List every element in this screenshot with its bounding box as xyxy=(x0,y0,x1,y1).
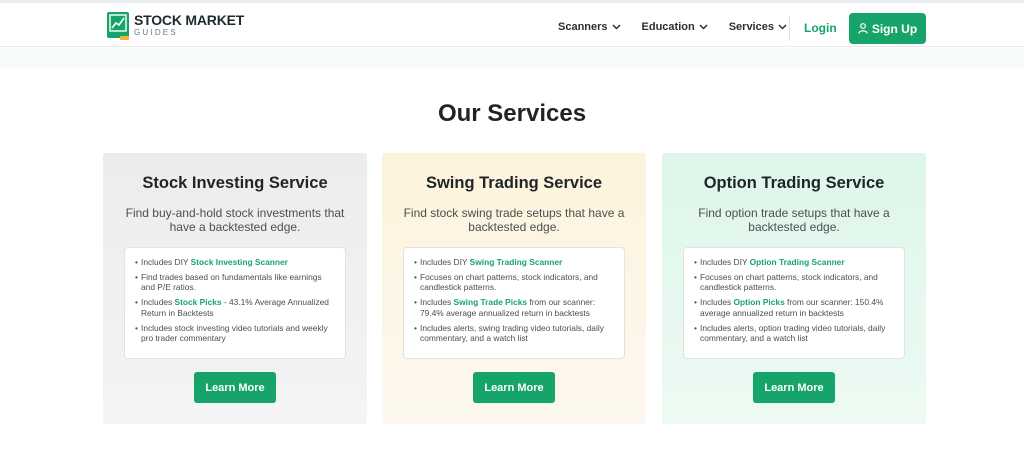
chevron-down-icon xyxy=(699,24,708,30)
login-link[interactable]: Login xyxy=(804,21,837,35)
scanner-link[interactable]: Option Trading Scanner xyxy=(750,257,845,267)
learn-more-button[interactable]: Learn More xyxy=(473,372,555,403)
site-logo[interactable]: STOCK MARKET GUIDES xyxy=(107,12,245,40)
chart-book-icon xyxy=(107,12,129,40)
hero-band xyxy=(0,48,1024,68)
service-card-option-trading: Option Trading Service Find option trade… xyxy=(662,153,926,424)
card-title: Swing Trading Service xyxy=(425,174,603,192)
nav-education-label: Education xyxy=(641,21,695,33)
nav-services-label: Services xyxy=(728,21,774,33)
feature-item: Find trades based on fundamentals like e… xyxy=(135,272,335,293)
service-card-stock-investing: Stock Investing Service Find buy-and-hol… xyxy=(103,153,367,424)
main-nav: Scanners Education Services xyxy=(558,21,808,33)
feature-item: Includes alerts, option trading video tu… xyxy=(694,323,894,344)
scanner-link[interactable]: Stock Investing Scanner xyxy=(191,257,288,267)
learn-more-button[interactable]: Learn More xyxy=(753,372,835,403)
site-header: STOCK MARKET GUIDES Scanners Education S… xyxy=(0,3,1024,47)
feature-item: Includes DIY Option Trading Scanner xyxy=(694,257,894,268)
feature-item: Focuses on chart patterns, stock indicat… xyxy=(694,272,894,293)
card-subtitle: Find option trade setups that have a bac… xyxy=(698,206,890,234)
feature-list: Includes DIY Option Trading Scanner Focu… xyxy=(683,247,905,359)
service-card-swing-trading: Swing Trading Service Find stock swing t… xyxy=(382,153,646,424)
feature-item: Includes Swing Trade Picks from our scan… xyxy=(414,297,614,318)
logo-title: STOCK MARKET xyxy=(134,12,245,28)
card-subtitle: Find buy-and-hold stock investments that… xyxy=(125,206,345,234)
card-subtitle: Find stock swing trade setups that have … xyxy=(403,206,625,234)
feature-item: Includes DIY Stock Investing Scanner xyxy=(135,257,335,268)
nav-scanners[interactable]: Scanners xyxy=(558,21,621,33)
feature-item: Includes Option Picks from our scanner: … xyxy=(694,297,894,318)
signup-button[interactable]: Sign Up xyxy=(849,13,926,44)
feature-item: Includes stock investing video tutorials… xyxy=(135,323,335,344)
picks-link[interactable]: Stock Picks xyxy=(175,297,222,307)
chevron-down-icon xyxy=(612,24,621,30)
chevron-down-icon xyxy=(778,24,787,30)
nav-divider xyxy=(789,16,790,41)
feature-item: Includes alerts, swing trading video tut… xyxy=(414,323,614,344)
nav-scanners-label: Scanners xyxy=(558,21,608,33)
feature-list: Includes DIY Stock Investing Scanner Fin… xyxy=(124,247,346,359)
picks-link[interactable]: Option Picks xyxy=(734,297,785,307)
nav-education[interactable]: Education xyxy=(642,21,708,33)
logo-subtitle: GUIDES xyxy=(134,28,178,37)
nav-services[interactable]: Services xyxy=(729,21,787,33)
card-title: Option Trading Service xyxy=(703,174,885,192)
picks-link[interactable]: Swing Trade Picks xyxy=(454,297,528,307)
card-title: Stock Investing Service xyxy=(142,174,328,192)
feature-item: Includes DIY Swing Trading Scanner xyxy=(414,257,614,268)
learn-more-button[interactable]: Learn More xyxy=(194,372,276,403)
feature-item: Focuses on chart patterns, stock indicat… xyxy=(414,272,614,293)
feature-item: Includes Stock Picks - 43.1% Average Ann… xyxy=(135,297,335,318)
section-title: Our Services xyxy=(437,100,587,127)
feature-list: Includes DIY Swing Trading Scanner Focus… xyxy=(403,247,625,359)
signup-label: Sign Up xyxy=(871,21,918,36)
user-icon xyxy=(858,23,868,34)
scanner-link[interactable]: Swing Trading Scanner xyxy=(470,257,563,267)
